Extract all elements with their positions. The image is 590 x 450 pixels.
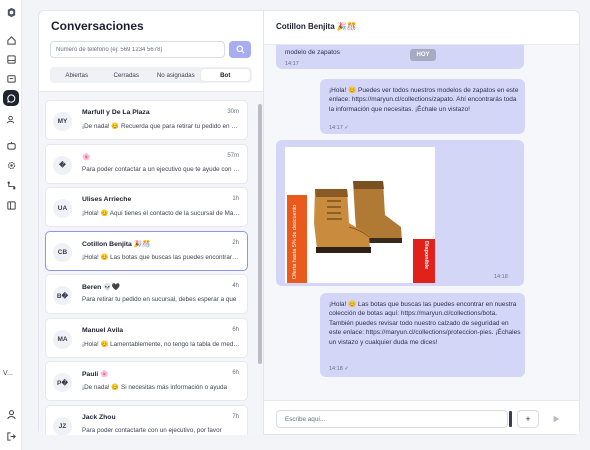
- list-item[interactable]: MA Manuel Avila 6h ¡Hola! 😊 Lamentableme…: [45, 317, 248, 358]
- boots-icon: [314, 181, 402, 253]
- message-preview: ¡De nada! 😊 Si necesitas más información…: [82, 384, 228, 391]
- timestamp: 1h: [232, 196, 239, 202]
- list-item-selected[interactable]: CB Cotillon Benjita 🎉🎊 2h ¡Hola! 😊 Las b…: [45, 230, 248, 271]
- contact-name: Beren 💀🖤: [82, 284, 121, 291]
- message-incoming: modelo de zapatos 14:17: [276, 45, 524, 69]
- message-text: ¡Hola! 😊 Puedes ver todos nuestros model…: [329, 87, 519, 113]
- avatar: MY: [53, 112, 72, 131]
- list-item[interactable]: B� Beren 💀🖤 4h Para retirar tu pedido en…: [45, 274, 248, 314]
- chat-title: Cotillon Benjita 🎉🎊: [276, 22, 357, 31]
- message-text: modelo de zapatos: [285, 49, 340, 56]
- list-scrollbar[interactable]: [258, 104, 262, 364]
- message-time: 14:18: [494, 274, 508, 280]
- bot-icon[interactable]: [3, 137, 19, 153]
- list-item[interactable]: P� Pauli 🌸 6h ¡De nada! 😊 Si necesitas m…: [45, 361, 248, 401]
- timestamp: 2h: [232, 239, 239, 246]
- message-time: 14:17: [285, 61, 299, 67]
- list-item[interactable]: MY Marfull y De La Plaza 30m ¡De nada! 😊…: [45, 100, 248, 140]
- message-preview: ¡Hola! 😊 Las botas que buscas las puedes…: [82, 253, 240, 261]
- message-input[interactable]: [276, 410, 508, 428]
- attach-button[interactable]: +: [517, 410, 539, 428]
- panel-title: Conversaciones: [51, 19, 144, 33]
- avatar: JZ: [53, 416, 72, 435]
- message-incoming-image: Oferta hasta 5% de descuento Disponible: [276, 140, 524, 286]
- version-label: V...: [3, 370, 13, 377]
- timestamp: 7h: [232, 413, 239, 420]
- avatar: �: [53, 155, 72, 175]
- promo-strip-left: Oferta hasta 5% de descuento: [287, 195, 307, 283]
- composer: +: [264, 400, 579, 434]
- avatar: P�: [53, 373, 72, 392]
- send-button[interactable]: [545, 410, 567, 428]
- contacts-icon[interactable]: [3, 111, 19, 127]
- tab-bot[interactable]: Bot: [200, 69, 250, 81]
- conversations-panel: Conversaciones Abiertas Cerradas No asig…: [38, 10, 263, 435]
- nav-rail: V...: [0, 0, 22, 450]
- flow-icon[interactable]: [3, 177, 19, 193]
- contact-name: Pauli 🌸: [82, 371, 109, 378]
- contact-name: Jack Zhou: [82, 413, 116, 421]
- message-preview: Para poder contactar a un ejecutivo que …: [82, 165, 240, 173]
- message-preview: ¡De nada! 😊 Recuerda que para retirar tu…: [82, 123, 240, 130]
- message-preview: ¡Hola! 😊 Aquí tienes el contacto de la s…: [82, 210, 240, 217]
- promo-strip-right: Disponible: [413, 239, 435, 283]
- message-time: 14:17 ✓: [329, 125, 349, 131]
- timestamp: 57m: [227, 152, 239, 159]
- message-preview: ¡Hola! 😊 Lamentablemente, no tengo la ta…: [82, 340, 240, 348]
- chat-panel: Cotillon Benjita 🎉🎊 modelo de zapatos 14…: [263, 10, 580, 435]
- archive-icon[interactable]: [3, 70, 19, 86]
- logout-icon[interactable]: [3, 428, 19, 444]
- chat-icon[interactable]: [3, 90, 19, 106]
- avatar: CB: [53, 242, 72, 262]
- conversation-list: MY Marfull y De La Plaza 30m ¡De nada! 😊…: [39, 92, 263, 435]
- contact-name: Ulises Arrieche: [82, 196, 132, 203]
- templates-icon[interactable]: [3, 197, 19, 213]
- settings-icon[interactable]: [3, 157, 19, 173]
- resize-handle[interactable]: [509, 411, 512, 427]
- message-preview: Para poder contactarte con un ejecutivo,…: [82, 426, 222, 434]
- contact-name: 🌸: [82, 153, 91, 161]
- avatar: MA: [53, 329, 72, 349]
- avatar: UA: [53, 199, 72, 218]
- avatar: B�: [53, 286, 72, 305]
- product-image[interactable]: Oferta hasta 5% de descuento Disponible: [285, 147, 435, 283]
- user-icon[interactable]: [3, 406, 19, 422]
- search-icon: [235, 45, 245, 54]
- timestamp: 6h: [232, 370, 239, 376]
- message-text: ¡Hola! 😊 Las botas que buscas las puedes…: [329, 301, 521, 346]
- home-icon[interactable]: [3, 32, 19, 48]
- list-item[interactable]: UA Ulises Arrieche 1h ¡Hola! 😊 Aquí tien…: [45, 187, 248, 227]
- message-outgoing: ¡Hola! 😊 Las botas que buscas las puedes…: [320, 293, 525, 377]
- tab-cerradas[interactable]: Cerradas: [102, 69, 152, 81]
- inbox-icon[interactable]: [3, 51, 19, 67]
- tab-no-asignadas[interactable]: No asignadas: [151, 69, 201, 81]
- filter-tabs: Abiertas Cerradas No asignadas Bot: [50, 67, 252, 83]
- list-item[interactable]: JZ Jack Zhou 7h Para poder contactarte c…: [45, 404, 248, 435]
- message-area: modelo de zapatos 14:17 HOY ¡Hola! 😊 Pue…: [264, 45, 579, 400]
- message-preview: Para retirar tu pedido en sucursal, debe…: [82, 296, 237, 303]
- promo-text-right: Disponible: [423, 241, 429, 270]
- tab-abiertas[interactable]: Abiertas: [52, 69, 102, 81]
- list-item[interactable]: � 🌸 57m Para poder contactar a un ejecut…: [45, 143, 248, 184]
- timestamp: 6h: [232, 326, 239, 333]
- contact-name: Manuel Avila: [82, 326, 124, 334]
- promo-text-left: Oferta hasta 5% de descuento: [292, 204, 298, 279]
- day-badge: HOY: [410, 49, 436, 61]
- send-icon: [553, 415, 560, 423]
- chat-header: Cotillon Benjita 🎉🎊: [264, 11, 579, 45]
- logo-icon: [3, 4, 19, 20]
- search-button[interactable]: [229, 41, 251, 58]
- message-time: 14:18 ✓: [329, 366, 349, 372]
- timestamp: 30m: [227, 109, 239, 115]
- contact-name: Marfull y De La Plaza: [82, 109, 150, 116]
- search-input[interactable]: [50, 41, 225, 58]
- message-outgoing: ¡Hola! 😊 Puedes ver todos nuestros model…: [320, 79, 525, 134]
- timestamp: 4h: [232, 283, 239, 289]
- contact-name: Cotillon Benjita 🎉🎊: [82, 240, 151, 248]
